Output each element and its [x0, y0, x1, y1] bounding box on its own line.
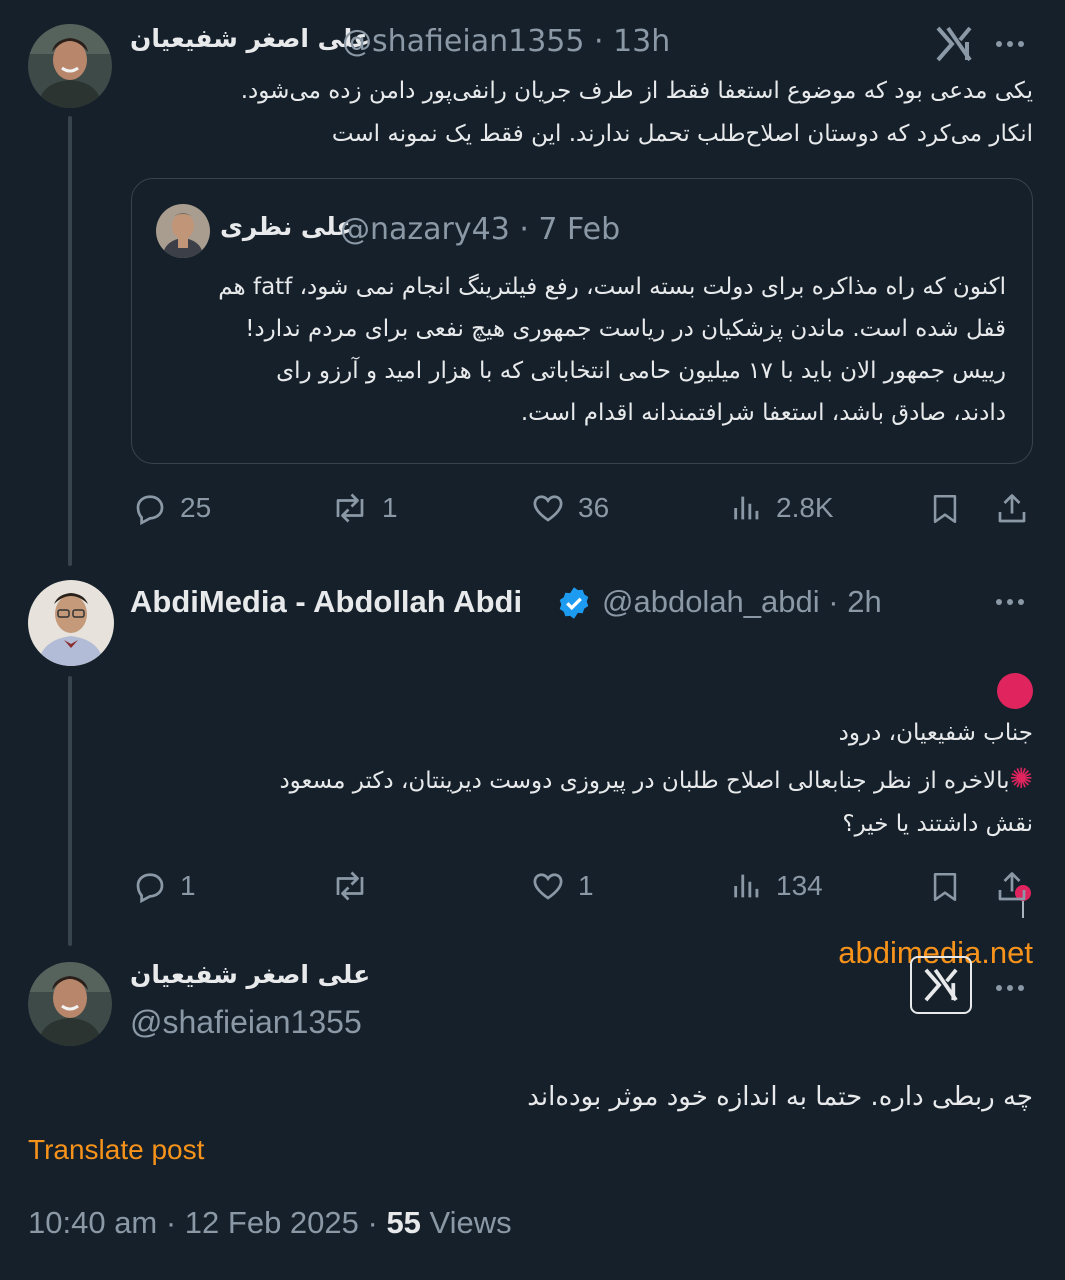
tweet1-time[interactable]: 13h: [613, 24, 670, 59]
dot: [1018, 41, 1024, 47]
dot: [996, 985, 1002, 991]
tweet1-author-name[interactable]: علی اصغر شفیعیان: [130, 24, 370, 53]
tweet1-dot: ·: [594, 24, 614, 59]
tweet2-more-icon[interactable]: [996, 599, 1024, 605]
red-circle-icon: [997, 672, 1033, 709]
tweet1-reply-count: 25: [180, 492, 212, 523]
tweet3-meta: 10:40 am · 12 Feb 2025 · 55 Views: [28, 1205, 512, 1241]
quote-time[interactable]: 7 Feb: [538, 212, 620, 247]
tweet3-text: چه ربطی داره. حتما به اندازه خود موثر بو…: [527, 1082, 1033, 1112]
tweet1-like-button[interactable]: 36: [530, 490, 609, 526]
quote-handle-text[interactable]: @nazary43: [340, 212, 510, 247]
tweet3-views-count: 55: [386, 1205, 421, 1240]
tweet1-text: یکی مدعی بود که موضوع استعفا فقط از طرف …: [240, 78, 1033, 147]
dot: [996, 41, 1002, 47]
tweet2-views-count: 134: [776, 870, 823, 901]
views-icon: [734, 496, 759, 520]
dot: [1007, 41, 1013, 47]
anger-icon: ✺: [1009, 762, 1033, 795]
tweet1-more-icon[interactable]: [996, 41, 1024, 47]
grok-icon: [924, 968, 958, 1002]
dot: [1018, 599, 1024, 605]
tweet2-like-button[interactable]: 1: [530, 868, 594, 904]
views-icon: [734, 874, 759, 898]
repost-icon: [336, 493, 364, 523]
bookmark-icon: [933, 494, 957, 524]
tweet2-dot: ·: [828, 584, 848, 619]
dot: [1007, 599, 1013, 605]
quote-dot: ·: [519, 212, 539, 247]
tweet2-bookmark-button[interactable]: [928, 868, 962, 906]
avatar-shafieian-main[interactable]: [28, 962, 112, 1046]
tweet2-handle-text[interactable]: @abdolah_abdi: [602, 584, 820, 619]
avatar-nazary[interactable]: [156, 204, 210, 258]
repost-icon: [336, 871, 364, 901]
tweet1-repost-count: 1: [382, 492, 398, 523]
tweet3-views-label: Views: [420, 1205, 512, 1240]
tweet2-like-count: 1: [578, 870, 594, 901]
tweet2-share-button[interactable]: [994, 868, 1030, 906]
like-icon: [533, 873, 563, 900]
tweet1-handle-text[interactable]: @shafieian1355: [342, 24, 584, 59]
dot: [1007, 985, 1013, 991]
tweet2-handle[interactable]: @abdolah_abdi · 2h: [602, 584, 882, 620]
reply-icon: [136, 495, 164, 526]
share-icon: [998, 872, 1026, 901]
reply-icon: [136, 873, 164, 904]
grok-icon[interactable]: [934, 26, 974, 66]
translate-post-link[interactable]: Translate post: [28, 1134, 204, 1166]
tweet3-more-icon[interactable]: [996, 985, 1024, 991]
tweet3-timestamp[interactable]: 10:40 am · 12 Feb 2025 ·: [28, 1205, 386, 1240]
avatar-shafieian[interactable]: [28, 24, 112, 108]
tweet2-author-name[interactable]: AbdiMedia - Abdollah Abdi: [130, 584, 522, 620]
quote-text: اکنون که راه مذاکره برای دولت بسته است، …: [218, 274, 1006, 426]
tweet1-views-count: 2.8K: [776, 492, 834, 523]
thread-line-2: [68, 676, 72, 946]
dot: [1018, 985, 1024, 991]
thread-line-1: [68, 116, 72, 566]
tweet1-like-count: 36: [578, 492, 610, 523]
tweet1-handle[interactable]: @shafieian1355 · 13h: [342, 24, 670, 59]
tweet1-repost-button[interactable]: 1: [330, 490, 398, 526]
tweet2-time[interactable]: 2h: [847, 584, 881, 619]
like-icon: [533, 495, 563, 522]
tweet2-reply-count: 1: [180, 870, 196, 901]
quote-author-name[interactable]: علی نظری: [220, 212, 353, 241]
tweet2-reply-button[interactable]: 1: [132, 868, 196, 904]
verified-icon: [556, 585, 592, 625]
tweet2-views-button[interactable]: 134: [730, 868, 823, 904]
tweet1-bookmark-button[interactable]: [928, 490, 962, 528]
dot: [996, 599, 1002, 605]
tweet1-share-button[interactable]: [994, 490, 1030, 528]
grok-button[interactable]: [910, 956, 972, 1014]
quote-handle[interactable]: @nazary43 · 7 Feb: [340, 212, 620, 247]
tweet1-reply-button[interactable]: 25: [132, 490, 211, 526]
tweet1-views-button[interactable]: 2.8K: [730, 490, 834, 526]
tweet3-handle[interactable]: @shafieian1355: [130, 1004, 362, 1041]
tweet2-repost-button[interactable]: [330, 868, 382, 904]
bookmark-icon: [933, 872, 957, 902]
share-icon: [998, 494, 1026, 523]
avatar-abdimedia[interactable]: [28, 580, 114, 666]
tweet3-author-name[interactable]: علی اصغر شفیعیان: [130, 960, 370, 989]
